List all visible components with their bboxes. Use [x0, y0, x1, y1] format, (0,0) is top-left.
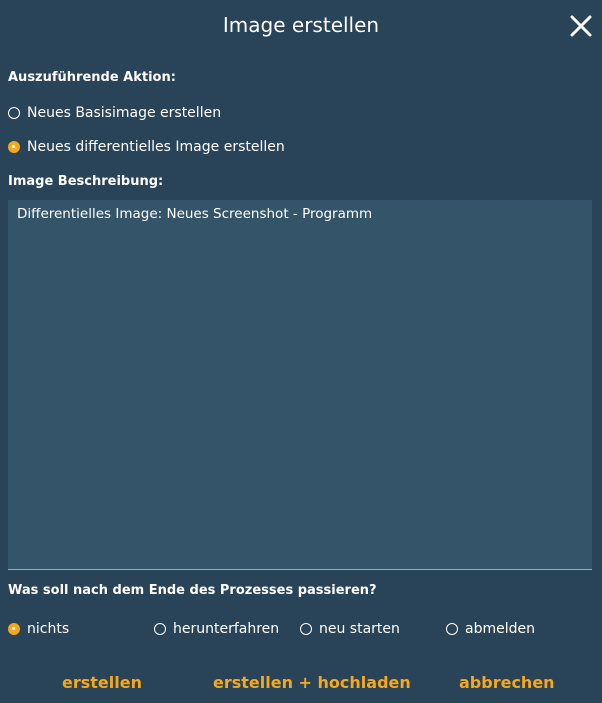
radio-shutdown[interactable]: herunterfahren [154, 621, 279, 637]
radio-label: abmelden [465, 621, 535, 637]
radio-label: herunterfahren [173, 621, 280, 637]
radio-new-base-image[interactable]: Neues Basisimage erstellen [8, 105, 221, 121]
radio-logout[interactable]: abmelden [446, 621, 535, 637]
radio-label: neu starten [319, 621, 400, 637]
radio-label: Neues differentielles Image erstellen [27, 139, 285, 155]
description-textarea[interactable]: Differentielles Image: Neues Screenshot … [8, 200, 592, 570]
dialog-title: Image erstellen [222, 13, 380, 37]
close-icon[interactable] [570, 15, 592, 37]
radio-unchecked-icon[interactable] [446, 623, 458, 635]
after-process-label: Was soll nach dem Ende des Prozesses pas… [8, 583, 377, 598]
action-label: Auszuführende Aktion: [8, 70, 176, 85]
radio-nothing[interactable]: nichts [8, 621, 69, 637]
radio-checked-icon[interactable] [8, 623, 20, 635]
radio-checked-icon[interactable] [8, 141, 20, 153]
create-upload-button[interactable]: erstellen + hochladen [213, 673, 411, 692]
cancel-button[interactable]: abbrechen [459, 673, 555, 692]
radio-restart[interactable]: neu starten [300, 621, 400, 637]
radio-label: nichts [27, 621, 70, 637]
description-label: Image Beschreibung: [8, 174, 164, 189]
radio-new-differential-image[interactable]: Neues differentielles Image erstellen [8, 139, 285, 155]
radio-unchecked-icon[interactable] [8, 107, 20, 119]
create-button[interactable]: erstellen [62, 673, 142, 692]
radio-label: Neues Basisimage erstellen [27, 105, 222, 121]
radio-unchecked-icon[interactable] [300, 623, 312, 635]
radio-unchecked-icon[interactable] [154, 623, 166, 635]
